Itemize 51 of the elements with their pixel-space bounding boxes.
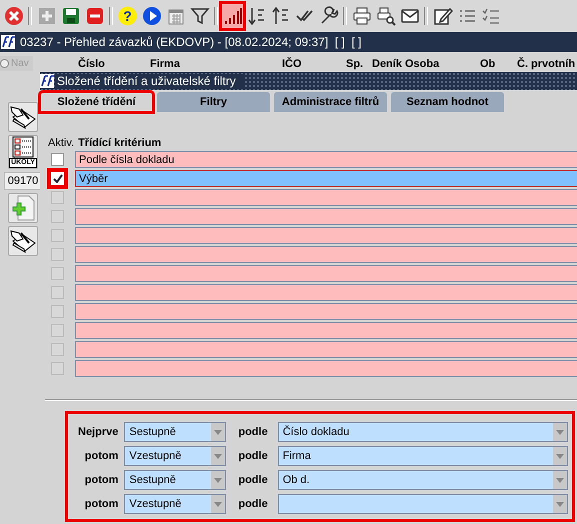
column-header: Třídící kritérium [78,137,162,149]
caret-icon [556,478,564,482]
column-header: Sp. [346,58,364,70]
column-header: IČO [282,58,303,70]
tab[interactable]: Administrace filtrů [274,92,387,112]
caret-icon [556,430,564,434]
criterion-cell[interactable]: Podle čísla dokladu [75,151,577,168]
column-header: Deník [372,58,403,70]
by-label: podle [238,426,268,438]
hand-writing-button[interactable] [8,102,38,132]
column-header: Osoba [405,58,440,70]
code-label: 09170 [4,172,42,190]
by-label: podle [238,450,268,462]
tab[interactable]: Složené třídění [40,92,153,112]
tab[interactable]: Seznam hodnot [391,92,504,112]
field-dropdown[interactable] [278,494,568,514]
caret-icon [556,454,564,458]
check-mark-icon [52,174,62,183]
criterion-cell[interactable]: Výběr [75,170,577,187]
signal-bars-icon[interactable] [221,3,244,29]
by-label: podle [238,474,268,486]
app-logo-icon [1,35,15,49]
column-header: Firma [150,58,181,70]
caret-icon [214,430,222,434]
hand-writing-button[interactable] [8,226,38,256]
tab[interactable]: Filtry [157,92,270,112]
caret-icon [214,478,222,482]
column-header: Ob [480,58,496,70]
order-dropdown[interactable]: Sestupně [124,470,226,490]
column-header: Č. prvotníh [517,58,576,70]
checkbox[interactable] [47,168,68,189]
caret-icon [214,502,222,506]
column-header: Číslo [78,58,106,70]
field-dropdown[interactable]: Ob d. [278,470,568,490]
caret-icon [214,454,222,458]
dialog-logo-icon [40,74,54,88]
dialog-title: Složené třídění a uživatelské filtry [57,74,244,88]
checkbox[interactable] [51,153,64,166]
field-dropdown[interactable]: Číslo dokladu [278,422,568,442]
order-dropdown[interactable]: Sestupně [124,422,226,442]
sort-step-label: potom [84,450,118,462]
sort-step-label: Nejprve [78,426,118,438]
window-title: 03237 - Přehled závazků (EKDOVP) - [08.02.2024; 09:37] [ ] [ ] [20,35,362,49]
order-dropdown[interactable]: Vzestupně [124,446,226,466]
order-dropdown[interactable]: Vzestupně [124,494,226,514]
field-dropdown[interactable]: Firma [278,446,568,466]
sort-step-label: potom [84,474,118,486]
sort-step-label: potom [84,498,118,510]
column-header: Aktiv. [48,137,74,149]
by-label: podle [238,498,268,510]
caret-icon [556,502,564,506]
